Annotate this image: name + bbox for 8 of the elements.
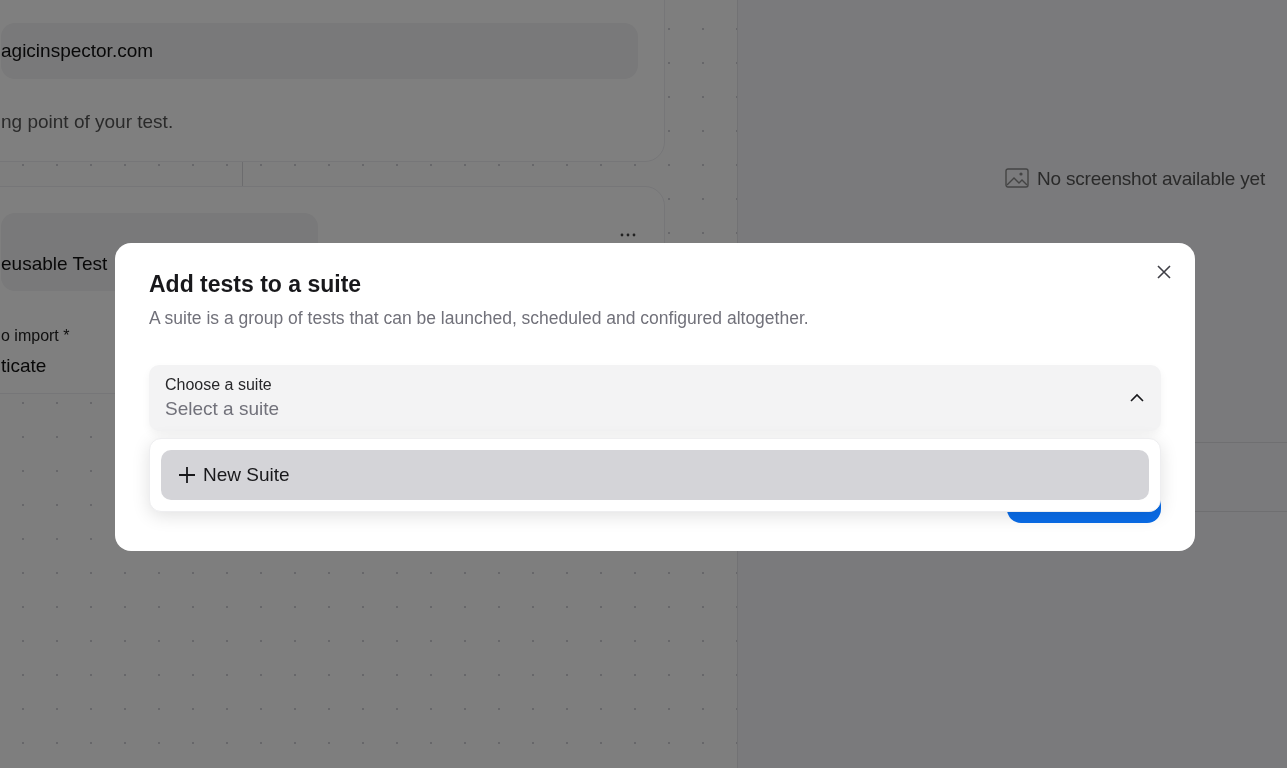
dialog-title: Add tests to a suite <box>149 271 363 298</box>
import-value: ticate <box>1 355 48 377</box>
select-label: Choose a suite <box>165 376 273 394</box>
hint-text: ng point of your test. <box>1 111 175 133</box>
select-placeholder: Select a suite <box>165 398 281 420</box>
dialog-description: A suite is a group of tests that can be launched, scheduled and configured altogether. <box>149 308 810 329</box>
field-label: o import * <box>1 327 71 345</box>
empty-state-text: No screenshot available yet <box>1037 168 1265 190</box>
